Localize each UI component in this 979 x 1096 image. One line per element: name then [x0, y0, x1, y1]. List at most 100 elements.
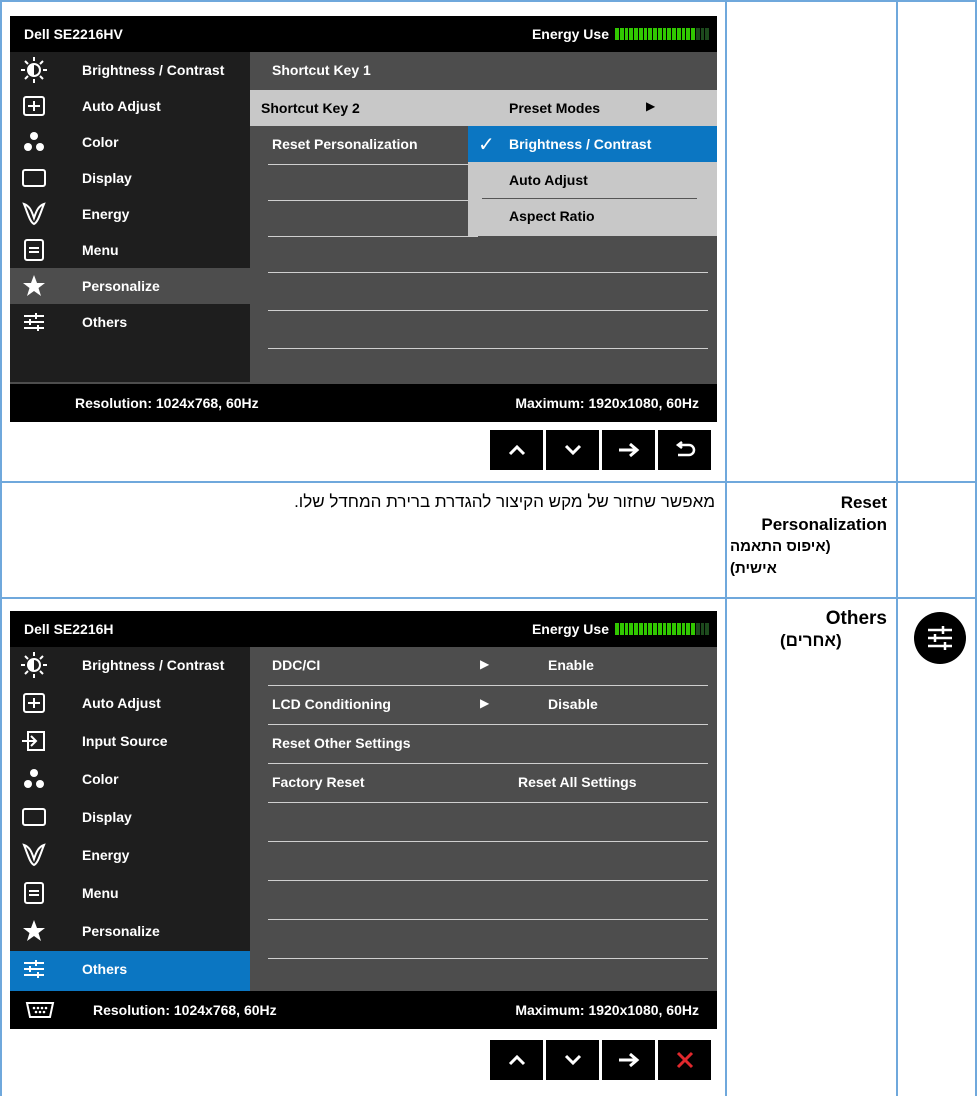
- label-line: Others: [825, 608, 887, 629]
- option-label: DDC/CI: [272, 657, 321, 673]
- menu-item-others[interactable]: Others: [10, 304, 250, 340]
- down-button[interactable]: [546, 430, 599, 470]
- menu-item-menu[interactable]: Menu: [10, 875, 250, 913]
- energy-use-meter: [615, 28, 709, 40]
- energy-segment: [643, 28, 648, 40]
- color-icon: [24, 769, 44, 788]
- reset-personalization-description: מאפשר שחזור של מקש הקיצור להגדרת ברירת ה…: [294, 492, 715, 511]
- option-label: LCD Conditioning: [272, 696, 391, 712]
- right-button[interactable]: [602, 1040, 655, 1080]
- chevron-right-icon: ▶: [480, 657, 490, 671]
- label-line: (אחרים): [780, 631, 842, 650]
- menu-item-color[interactable]: Color: [10, 124, 250, 160]
- osd-nav-buttons: [490, 1040, 711, 1080]
- label-line: Reset: [840, 493, 887, 512]
- osd-row-lcd-conditioning[interactable]: LCD Conditioning ▶ Disable: [268, 686, 708, 725]
- osd-title: Dell SE2216H: [24, 621, 114, 637]
- table-divider: [725, 0, 727, 1096]
- back-button[interactable]: [658, 430, 711, 470]
- arrow-right-icon: [618, 1052, 639, 1068]
- menu-item-personalize[interactable]: Personalize: [10, 268, 250, 304]
- osd-footer: Resolution: 1024x768, 60Hz Maximum: 1920…: [10, 991, 717, 1029]
- energy-segment: [705, 623, 709, 635]
- menu-item-label: Auto Adjust: [82, 695, 161, 711]
- resolution-text: Resolution: 1024x768, 60Hz: [75, 395, 259, 411]
- energy-segment: [672, 28, 676, 40]
- menu-item-label: Display: [82, 809, 132, 825]
- menu-item-energy[interactable]: Energy: [10, 196, 250, 232]
- option-value: Enable: [548, 657, 594, 673]
- osd-row-factory-reset[interactable]: Factory Reset Reset All Settings: [268, 764, 708, 803]
- osd-row: [268, 310, 708, 349]
- option-value: Disable: [548, 696, 598, 712]
- menu-item-display[interactable]: Display: [10, 799, 250, 837]
- dropdown-item-brightness-contrast[interactable]: ✓ Brightness / Contrast: [468, 126, 717, 162]
- dropdown-item-aspect-ratio[interactable]: Aspect Ratio: [468, 199, 717, 235]
- energy-use-label: Energy Use: [531, 621, 609, 637]
- osd-personalize: Dell SE2216HV Energy Use Brightness / Co…: [10, 16, 717, 422]
- energy-segment: [691, 28, 695, 40]
- dropdown-item-auto-adjust[interactable]: Auto Adjust: [482, 162, 697, 199]
- back-icon: [675, 441, 695, 457]
- energy-segment: [619, 623, 624, 635]
- others-icon: [914, 612, 966, 664]
- chevron-up-icon: [508, 1054, 525, 1066]
- menu-item-label: Color: [82, 134, 119, 150]
- menu-item-label: Energy: [82, 206, 130, 222]
- energy-segment: [624, 623, 629, 635]
- option-label: Factory Reset: [272, 774, 365, 790]
- menu-item-personalize[interactable]: Personalize: [10, 913, 250, 951]
- energy-icon: [22, 202, 46, 226]
- energy-segment: [657, 28, 662, 40]
- right-button[interactable]: [602, 430, 655, 470]
- energy-segment: [691, 623, 695, 635]
- osd-row[interactable]: Reset Personalization: [268, 126, 478, 165]
- vga-connector-icon: [25, 1002, 55, 1018]
- menu-item-label: Menu: [82, 885, 119, 901]
- menu-item-brightness-contrast[interactable]: Brightness / Contrast: [10, 52, 250, 88]
- menu-item-energy[interactable]: Energy: [10, 837, 250, 875]
- star-icon: [23, 275, 45, 296]
- energy-segment: [615, 623, 619, 635]
- exit-button[interactable]: [658, 1040, 711, 1080]
- chevron-down-icon: [564, 444, 581, 456]
- option-label: Reset Personalization: [272, 136, 418, 152]
- energy-segment: [705, 28, 709, 40]
- menu-item-input-source[interactable]: Input Source: [10, 723, 250, 761]
- osd-row: [268, 842, 708, 881]
- osd-sidebar: Brightness / Contrast Auto Adjust Input …: [10, 647, 250, 991]
- osd-row: [268, 272, 708, 311]
- auto-adjust-icon: [23, 96, 45, 116]
- menu-item-brightness-contrast[interactable]: Brightness / Contrast: [10, 647, 250, 685]
- osd-row-ddc-ci[interactable]: DDC/CI ▶ Enable: [268, 647, 708, 686]
- down-button[interactable]: [546, 1040, 599, 1080]
- energy-segment: [629, 623, 633, 635]
- menu-item-menu[interactable]: Menu: [10, 232, 250, 268]
- chevron-right-icon: ▶: [646, 99, 656, 113]
- others-icon: [24, 313, 44, 331]
- up-button[interactable]: [490, 1040, 543, 1080]
- menu-item-auto-adjust[interactable]: Auto Adjust: [10, 88, 250, 124]
- energy-segment: [634, 28, 638, 40]
- menu-item-display[interactable]: Display: [10, 160, 250, 196]
- label-line: אישית): [730, 560, 777, 577]
- dropdown-item-preset-modes[interactable]: Preset Modes ▶: [468, 90, 717, 126]
- up-button[interactable]: [490, 430, 543, 470]
- menu-item-label: Others: [82, 314, 128, 330]
- dropdown-item-label: Auto Adjust: [509, 172, 588, 188]
- reset-personalization-label: Reset Personalization (איפוס התאמה אישית…: [730, 492, 887, 580]
- menu-item-others[interactable]: Others: [10, 951, 250, 991]
- energy-use-meter: [615, 623, 709, 635]
- osd-row: [268, 162, 478, 201]
- dropdown-item-label: Brightness / Contrast: [509, 136, 652, 152]
- osd-row-reset-other-settings[interactable]: Reset Other Settings: [268, 725, 708, 764]
- color-icon: [24, 132, 44, 151]
- osd-footer: Resolution: 1024x768, 60Hz Maximum: 1920…: [10, 384, 717, 422]
- energy-segment: [643, 623, 648, 635]
- osd-row[interactable]: Shortcut Key 1: [268, 52, 708, 91]
- menu-item-auto-adjust[interactable]: Auto Adjust: [10, 685, 250, 723]
- menu-item-label: Menu: [82, 242, 119, 258]
- energy-segment: [695, 623, 700, 635]
- osd-row: [268, 234, 708, 273]
- menu-item-color[interactable]: Color: [10, 761, 250, 799]
